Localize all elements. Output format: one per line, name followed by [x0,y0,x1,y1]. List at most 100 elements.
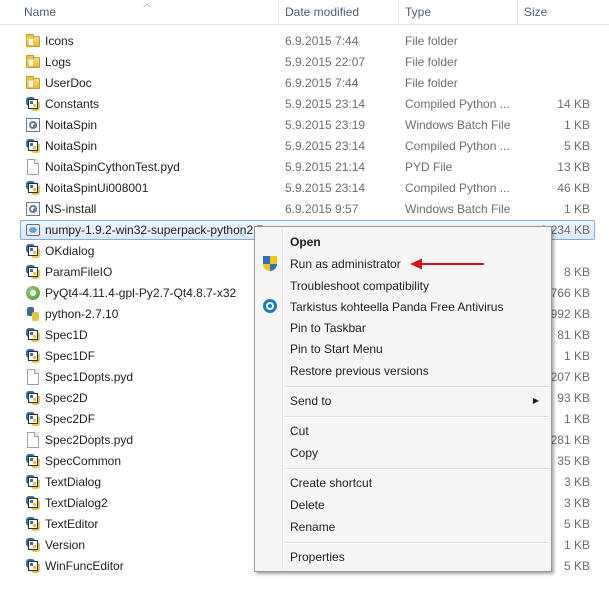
menu-item-label: Properties [290,550,345,564]
file-row[interactable]: UserDoc 6.9.2015 7:44 File folder [0,73,609,94]
file-type: Compiled Python ... [405,181,510,195]
menu-item-label: Rename [290,520,336,534]
file-date-modified: 5.9.2015 23:14 [285,97,366,111]
python-installer-icon [25,306,41,322]
menu-item-label: Troubleshoot compatibility [290,279,429,293]
menu-item-restore-previous-versions[interactable]: Restore previous versions [257,360,549,382]
file-row[interactable]: NoitaSpinUi008001 5.9.2015 23:14 Compiled … [0,178,609,199]
file-name: Spec2DF [45,412,96,426]
menu-item-properties[interactable]: Properties [257,546,549,568]
file-name: TextEditor [45,517,99,531]
python-compiled-icon [25,495,41,511]
python-compiled-icon [25,537,41,553]
folder-icon [25,75,41,91]
file-name: Spec2Dopts.pyd [45,433,134,447]
uac-shield-icon [263,256,277,272]
python-compiled-icon [25,327,41,343]
file-size: 81 KB [557,328,590,342]
file-size: 207 KB [550,370,590,384]
panda-antivirus-icon [263,299,277,313]
python-compiled-icon [25,96,41,112]
file-name: TextDialog [45,475,102,489]
column-header: ︿ Name Date modified Type Size [0,0,609,25]
column-date-modified[interactable]: Date modified [285,0,359,24]
menu-item-run-as-administrator[interactable]: Run as administrator [257,253,549,275]
file-row[interactable]: NoitaSpinCythonTest.pyd 5.9.2015 21:14 PYD… [0,157,609,178]
file-name: SpecCommon [45,454,122,468]
menu-item-copy[interactable]: Copy [257,442,549,464]
file-date-modified: 6.9.2015 7:44 [285,76,359,90]
file-size: 5 KB [563,139,590,153]
column-divider[interactable] [278,0,279,24]
file-name: Spec1D [45,328,88,342]
file-size: 46 KB [557,181,590,195]
menu-separator [285,468,549,470]
python-compiled-icon [25,390,41,406]
menu-item-pin-to-taskbar[interactable]: Pin to Taskbar [257,317,549,339]
menu-item-label: Restore previous versions [290,364,429,378]
column-divider[interactable] [398,0,399,24]
python-compiled-icon [25,243,41,259]
file-size: 8 KB [563,265,590,279]
menu-item-send-to[interactable]: Send to ▶ [257,390,549,412]
file-row[interactable]: Constants 5.9.2015 23:14 Compiled Python .… [0,94,609,115]
column-type[interactable]: Type [405,0,431,24]
menu-item-label: Run as administrator [290,257,401,271]
menu-item-scan-panda[interactable]: Tarkistus kohteella Panda Free Antivirus [257,296,549,318]
file-name: ParamFileIO [45,265,113,279]
python-compiled-icon [25,180,41,196]
file-row[interactable]: NoitaSpin 5.9.2015 23:14 Compiled Python .… [0,136,609,157]
file-name: python-2.7.10 [45,307,119,321]
python-compiled-icon [25,558,41,574]
menu-item-pin-to-start-menu[interactable]: Pin to Start Menu [257,338,549,360]
menu-item-troubleshoot-compatibility[interactable]: Troubleshoot compatibility [257,275,549,297]
menu-item-label: Send to [290,394,332,408]
folder-icon [25,54,41,70]
file-date-modified: 5.9.2015 23:19 [285,118,366,132]
file-size: 5 KB [563,517,590,531]
file-type: File folder [405,55,458,69]
folder-icon [25,33,41,49]
menu-item-create-shortcut[interactable]: Create shortcut [257,472,549,494]
file-name: NoitaSpin [45,139,98,153]
menu-item-rename[interactable]: Rename [257,516,549,538]
submenu-arrow-icon: ▶ [532,396,539,405]
file-name: Spec2D [45,391,88,405]
file-name: WinFuncEditor [45,559,124,573]
column-size[interactable]: Size [524,0,547,24]
column-name[interactable]: Name [24,0,56,24]
column-divider[interactable] [517,0,518,24]
file-name: Icons [45,34,74,48]
file-date-modified: 5.9.2015 21:14 [285,160,366,174]
batch-file-icon [25,117,41,133]
file-row[interactable]: Icons 6.9.2015 7:44 File folder [0,31,609,52]
file-size: 1 KB [563,349,590,363]
menu-item-label: Open [290,235,321,249]
menu-item-label: Pin to Start Menu [290,342,383,356]
file-size: 3 KB [563,475,590,489]
file-row[interactable]: NoitaSpin 5.9.2015 23:19 Windows Batch Fil… [0,115,609,136]
menu-item-label: Cut [290,424,309,438]
file-name: TextDialog2 [45,496,108,510]
menu-separator [285,416,549,418]
file-date-modified: 6.9.2015 9:57 [285,202,359,216]
file-name: UserDoc [45,76,92,90]
menu-item-delete[interactable]: Delete [257,494,549,516]
file-row[interactable]: NS-install 6.9.2015 9:57 Windows Batch Fil… [0,199,609,220]
menu-item-open[interactable]: Open [257,231,549,253]
menu-item-label: Delete [290,498,325,512]
file-row[interactable]: Logs 5.9.2015 22:07 File folder [0,52,609,73]
file-name: Spec1Dopts.pyd [45,370,134,384]
file-type: Windows Batch File [405,202,511,216]
file-name: NoitaSpinUi008001 [45,181,149,195]
file-name: PyQt4-4.11.4-gpl-Py2.7-Qt4.8.7-x32 [45,286,237,300]
file-size: 3 KB [563,496,590,510]
sort-caret-icon: ︿ [143,0,151,8]
file-name: NoitaSpin [45,118,98,132]
menu-separator [285,386,549,388]
file-type: Windows Batch File [405,118,511,132]
installer-icon [25,285,41,301]
file-size: 5 KB [563,559,590,573]
menu-item-cut[interactable]: Cut [257,420,549,442]
file-size: 14 KB [557,97,590,111]
